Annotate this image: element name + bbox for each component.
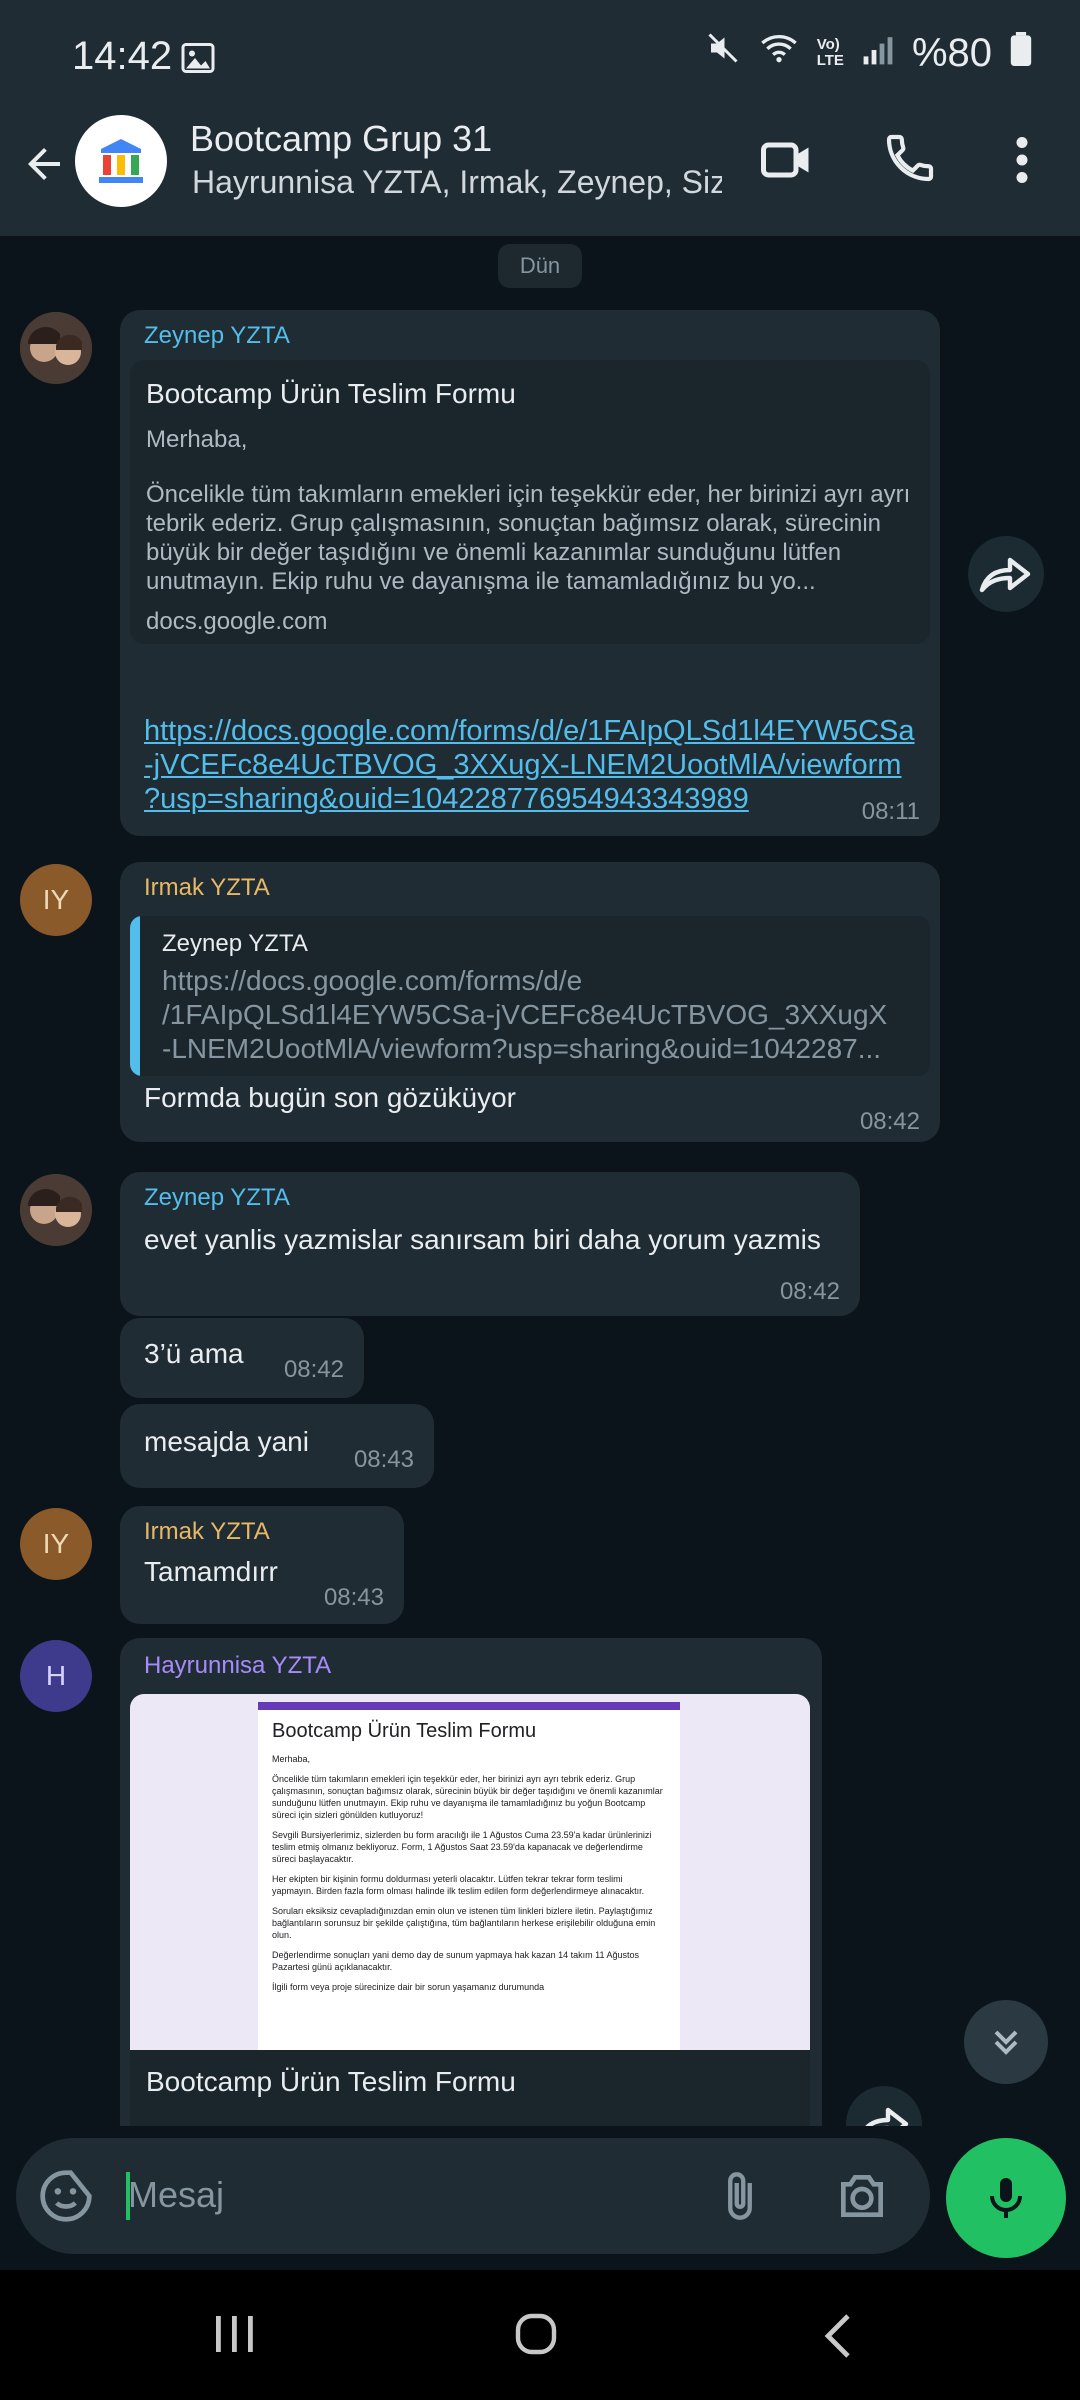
quoted-line: /1FAIpQLSd1l4EYW5CSa-jVCEFc8e4UcTBVOG_3X… bbox=[162, 999, 888, 1030]
image-preview[interactable]: Bootcamp Ürün Teslim Formu Merhaba, Önce… bbox=[130, 1694, 810, 2050]
message-composer: Mesaj bbox=[0, 2126, 1080, 2270]
link-preview-title: Bootcamp Ürün Teslim Formu bbox=[146, 378, 516, 409]
form-paragraph: Öncelikle tüm takımların emekleri için t… bbox=[272, 1774, 663, 1820]
message-link[interactable]: https://docs.google.com/forms/d/e/1FAIpQ… bbox=[144, 714, 934, 816]
quoted-sender: Zeynep YZTA bbox=[162, 930, 308, 957]
attachment-clip-icon[interactable] bbox=[714, 2168, 766, 2229]
volte-icon: Vo) LTE bbox=[816, 36, 844, 69]
camera-icon[interactable] bbox=[834, 2168, 890, 2229]
message-sender[interactable]: Zeynep YZTA bbox=[144, 322, 290, 350]
message-sender[interactable]: Zeynep YZTA bbox=[144, 1184, 290, 1212]
message-time: 08:42 bbox=[859, 1108, 920, 1135]
image-caption: Bootcamp Ürün Teslim Formu bbox=[146, 2066, 516, 2097]
form-title: Bootcamp Ürün Teslim Formu bbox=[272, 1720, 537, 1742]
message-text: mesajda yani bbox=[144, 1426, 309, 1457]
avatar-hayrunnisa[interactable]: H bbox=[20, 1640, 92, 1712]
recent-apps-icon[interactable] bbox=[210, 2312, 258, 2361]
status-time: 14:42 bbox=[72, 34, 173, 78]
video-call-icon[interactable] bbox=[756, 130, 816, 195]
message-time: 08:43 bbox=[323, 1584, 384, 1611]
voice-record-button[interactable] bbox=[946, 2138, 1066, 2258]
message-sender[interactable]: Hayrunnisa YZTA bbox=[144, 1652, 331, 1680]
avatar-zeynep[interactable] bbox=[20, 312, 92, 384]
home-icon[interactable] bbox=[512, 2310, 560, 2363]
message-text: Tamamdırr bbox=[144, 1556, 278, 1587]
avatar-zeynep[interactable] bbox=[20, 1174, 92, 1246]
back-icon[interactable] bbox=[818, 2310, 858, 2367]
message-time: 08:42 bbox=[779, 1278, 840, 1305]
status-bar: 14:42 Vo) LTE %80 bbox=[0, 0, 1080, 118]
message-bubble-link[interactable]: Zeynep YZTA Bootcamp Ürün Teslim Formu M… bbox=[120, 310, 940, 836]
form-paragraph: Soruları eksiksiz cevapladığınızdan emin… bbox=[272, 1906, 656, 1940]
sticker-emoji-icon[interactable] bbox=[38, 2168, 94, 2229]
message-input[interactable]: Mesaj bbox=[128, 2174, 224, 2216]
quote-accent-bar bbox=[130, 916, 140, 1076]
message-time: 08:43 bbox=[353, 1446, 414, 1473]
message-input-container[interactable]: Mesaj bbox=[16, 2138, 930, 2254]
double-chevron-down-icon bbox=[994, 2030, 1018, 2055]
message-bubble[interactable]: Zeynep YZTA evet yanlis yazmislar sanırs… bbox=[120, 1172, 860, 1316]
gallery-notification-icon bbox=[180, 40, 216, 81]
link-line[interactable]: -jVCEFc8e4UcTBVOG_3XXugX-LNEM2UootMlA/vi… bbox=[144, 748, 934, 782]
group-avatar[interactable] bbox=[75, 115, 167, 207]
message-bubble-reply[interactable]: Irmak YZTA Zeynep YZTA https://docs.goog… bbox=[120, 862, 940, 1142]
link-line[interactable]: ?usp=sharing&ouid=104228776954943343989 bbox=[144, 782, 934, 816]
battery-icon bbox=[1010, 31, 1032, 76]
signal-icon bbox=[862, 31, 894, 76]
forward-icon[interactable] bbox=[968, 536, 1044, 612]
battery-percent: %80 bbox=[911, 30, 992, 75]
form-paragraph: Sevgili Bursiyerlerimiz, sizlerden bu fo… bbox=[272, 1830, 652, 1864]
forward-icon[interactable] bbox=[846, 2086, 922, 2126]
message-sender[interactable]: Irmak YZTA bbox=[144, 1518, 270, 1546]
google-classroom-logo-icon bbox=[99, 139, 143, 183]
chat-area[interactable]: Dün Zeynep YZTA Bootcamp Ürün Teslim For… bbox=[0, 236, 1080, 2126]
avatar-irmak[interactable]: IY bbox=[20, 864, 92, 936]
link-preview-card[interactable]: Bootcamp Ürün Teslim Formu Merhaba, Önce… bbox=[130, 360, 930, 644]
quoted-text: https://docs.google.com/forms/d/e /1FAIp… bbox=[162, 964, 887, 1066]
chat-header: Bootcamp Grup 31 Hayrunnisa YZTA, Irmak,… bbox=[0, 110, 1080, 236]
more-options-icon[interactable] bbox=[1004, 130, 1040, 195]
form-screenshot: Bootcamp Ürün Teslim Formu Merhaba, Önce… bbox=[258, 1702, 680, 2050]
form-paragraph: Merhaba, bbox=[272, 1754, 311, 1764]
form-paragraph: İlgili form veya proje sürecinize dair b… bbox=[272, 1982, 545, 1992]
message-bubble[interactable]: 3’ü ama 08:42 bbox=[120, 1318, 364, 1398]
back-arrow-icon[interactable] bbox=[20, 140, 68, 193]
wifi-icon bbox=[759, 30, 799, 76]
link-line[interactable]: https://docs.google.com/forms/d/e/1FAIpQ… bbox=[144, 714, 934, 748]
message-bubble[interactable]: Irmak YZTA Tamamdırr 08:43 bbox=[120, 1506, 404, 1624]
microphone-icon bbox=[990, 2178, 1022, 2218]
link-preview-domain: docs.google.com bbox=[146, 608, 328, 635]
form-paragraph: Her ekipten bir kişinin formu doldurması… bbox=[272, 1874, 645, 1896]
quoted-line: https://docs.google.com/forms/d/e bbox=[162, 965, 583, 996]
form-paragraph: Değerlendirme sonuçları yani demo day de… bbox=[272, 1950, 640, 1972]
mute-icon bbox=[705, 30, 741, 76]
message-text: 3’ü ama bbox=[144, 1338, 244, 1369]
chat-participants[interactable]: Hayrunnisa YZTA, Irmak, Zeynep, Siz bbox=[192, 164, 722, 201]
link-preview-greeting: Merhaba, bbox=[146, 426, 248, 453]
phone-call-icon[interactable] bbox=[882, 130, 938, 191]
link-preview-description: Öncelikle tüm takımların emekleri için t… bbox=[146, 481, 911, 595]
form-body: Merhaba, Öncelikle tüm takımların emekle… bbox=[272, 1753, 666, 1993]
image-caption-card[interactable]: Bootcamp Ürün Teslim Formu bbox=[130, 2050, 810, 2126]
system-navigation-bar bbox=[0, 2270, 1080, 2400]
avatar-irmak[interactable]: IY bbox=[20, 1508, 92, 1580]
quoted-line: -LNEM2UootMlA/viewform?usp=sharing&ouid=… bbox=[162, 1033, 882, 1064]
message-time: 08:11 bbox=[861, 798, 920, 825]
message-bubble-image[interactable]: Hayrunnisa YZTA Bootcamp Ürün Teslim For… bbox=[120, 1638, 822, 2126]
message-bubble[interactable]: mesajda yani 08:43 bbox=[120, 1404, 434, 1488]
message-text: Formda bugün son gözüküyor bbox=[144, 1082, 516, 1113]
quoted-message[interactable]: Zeynep YZTA https://docs.google.com/form… bbox=[130, 916, 930, 1076]
message-text: evet yanlis yazmislar sanırsam biri daha… bbox=[144, 1224, 821, 1255]
chat-title[interactable]: Bootcamp Grup 31 bbox=[190, 118, 492, 160]
date-chip: Dün bbox=[498, 244, 582, 288]
message-time: 08:42 bbox=[283, 1356, 344, 1383]
scroll-to-bottom-button[interactable] bbox=[964, 2000, 1048, 2084]
message-sender[interactable]: Irmak YZTA bbox=[144, 874, 270, 902]
